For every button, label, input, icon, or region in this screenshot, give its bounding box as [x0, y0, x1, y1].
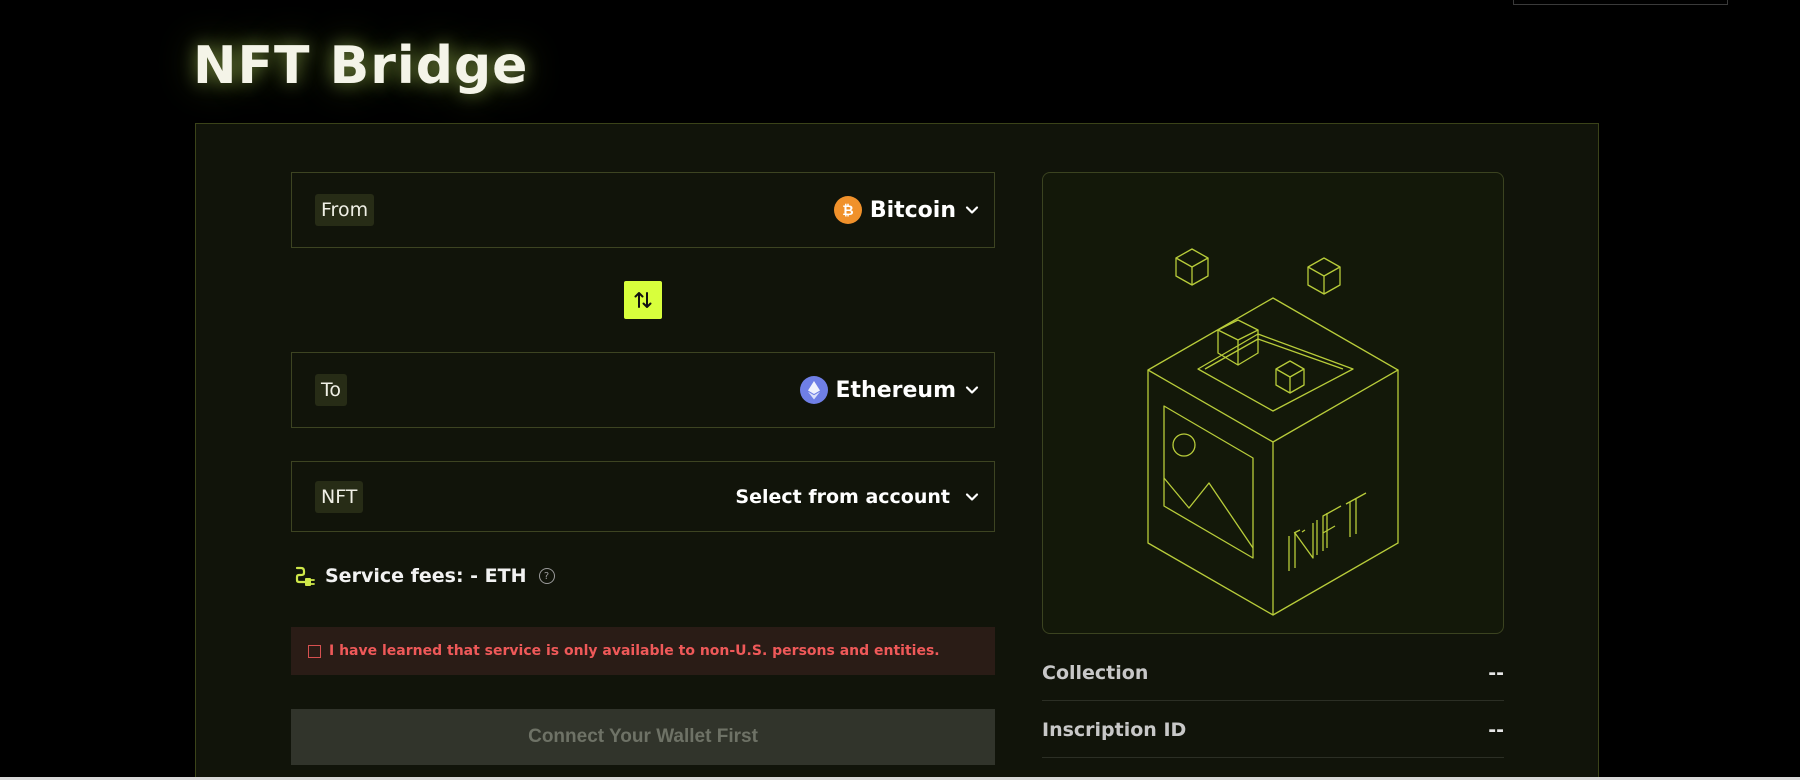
acknowledge-checkbox[interactable] [308, 644, 321, 658]
from-chain-selector[interactable]: ₿ Bitcoin [833, 196, 980, 224]
inscription-id-label: Inscription ID [1042, 718, 1187, 741]
svg-text:₿: ₿ [842, 203, 853, 219]
ethereum-icon [799, 376, 828, 404]
nft-field: NFT Select from account [291, 461, 995, 532]
nft-selector[interactable]: Select from account [735, 486, 980, 508]
chevron-down-icon [965, 206, 979, 214]
inscription-id-row: Inscription ID -- [1042, 702, 1504, 758]
to-chain-field: To Ethereum [291, 352, 995, 428]
service-fees: Service fees: - ETH ? [293, 565, 555, 587]
from-chain-name: Bitcoin [869, 197, 956, 223]
nft-select-label: Select from account [735, 485, 950, 508]
chevron-down-icon [965, 492, 979, 501]
from-tag: From [315, 194, 375, 226]
connect-wallet-button[interactable]: Connect Your Wallet First [291, 709, 995, 765]
swap-arrows-icon [634, 292, 652, 308]
nft-tag: NFT [315, 480, 364, 513]
fee-plug-icon [295, 566, 315, 586]
chevron-down-icon [965, 386, 979, 394]
collection-value: -- [1488, 661, 1504, 684]
page-title: NFT Bridge [193, 36, 529, 96]
inscription-id-value: -- [1488, 718, 1504, 741]
top-right-box [1513, 0, 1728, 5]
notice-text: I have learned that service is only avai… [329, 643, 940, 659]
collection-row: Collection -- [1042, 645, 1504, 701]
us-persons-notice: I have learned that service is only avai… [291, 627, 995, 675]
swap-direction-button[interactable] [624, 281, 662, 319]
help-icon[interactable]: ? [538, 568, 555, 584]
to-tag: To [315, 374, 348, 406]
collection-label: Collection [1042, 661, 1149, 684]
nft-cube-illustration [1147, 248, 1399, 616]
service-fees-label: Service fees: - ETH [325, 565, 527, 587]
to-chain-selector[interactable]: Ethereum [799, 376, 980, 404]
from-chain-field: From ₿ Bitcoin [291, 172, 995, 248]
to-chain-name: Ethereum [835, 377, 956, 403]
nft-bridge-page: NFT Bridge From ₿ Bitcoin To Ethereum NF… [0, 0, 1800, 780]
bitcoin-icon: ₿ [833, 196, 862, 224]
nft-preview-card [1042, 172, 1504, 634]
